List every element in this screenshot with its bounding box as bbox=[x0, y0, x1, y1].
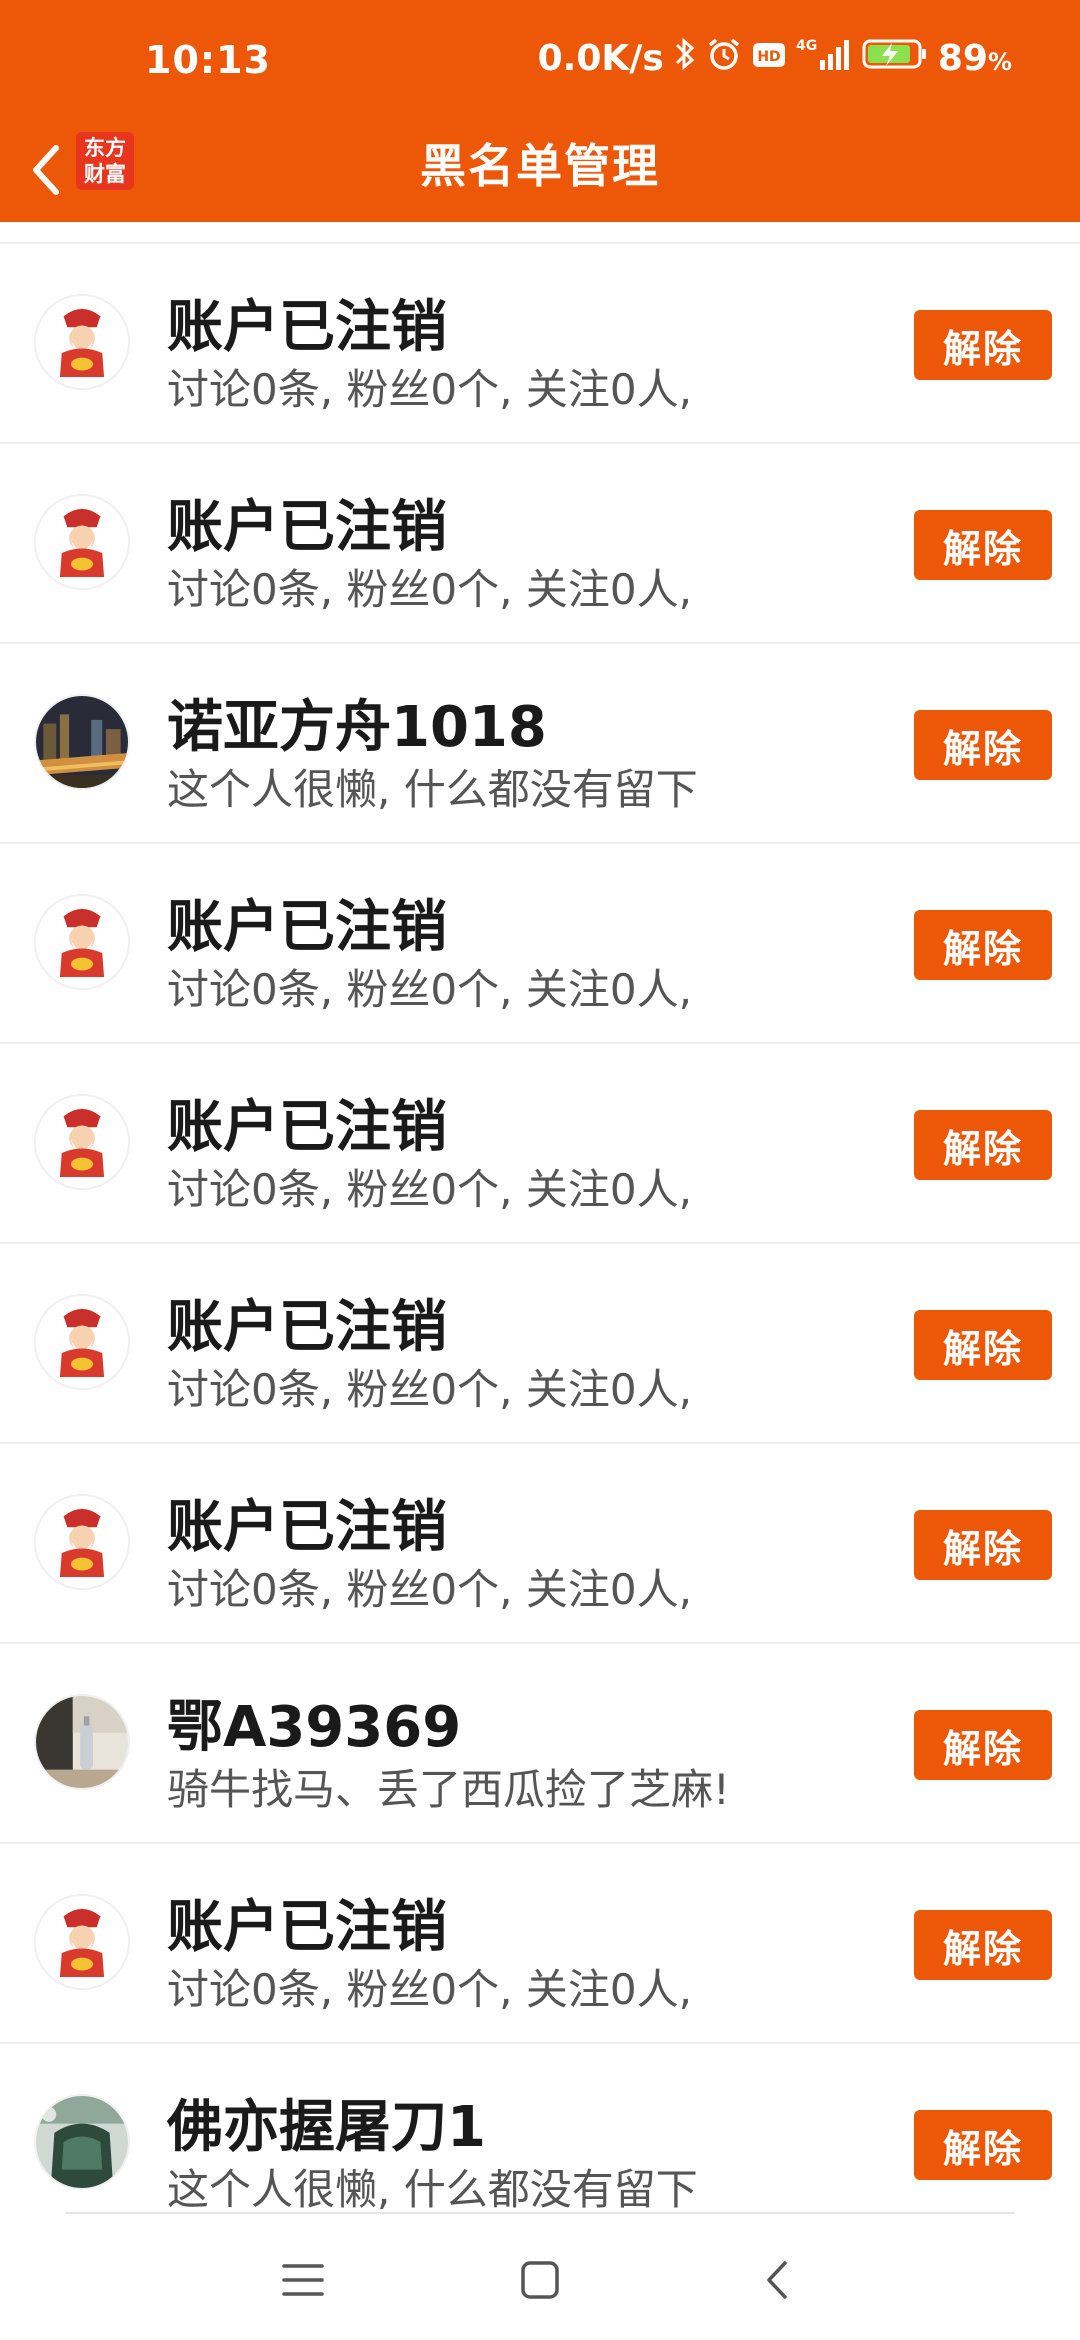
fortune-god-avatar-icon bbox=[36, 1296, 128, 1388]
avatar[interactable] bbox=[34, 894, 130, 990]
menu-button[interactable] bbox=[273, 2250, 333, 2310]
net-speed: 0.0K/s bbox=[537, 38, 664, 79]
chevron-left-icon bbox=[33, 145, 59, 195]
avatar[interactable] bbox=[34, 2094, 130, 2190]
avatar[interactable] bbox=[34, 294, 130, 390]
user-desc: 骑牛找马、丢了西瓜捡了芝麻! bbox=[167, 1765, 730, 1814]
user-name: 账户已注销 bbox=[167, 1895, 447, 1960]
fortune-god-avatar-icon bbox=[36, 296, 128, 388]
user-desc: 讨论0条, 粉丝0个, 关注0人, bbox=[167, 965, 692, 1014]
user-name: 账户已注销 bbox=[167, 1095, 447, 1160]
list-item: 账户已注销 讨论0条, 粉丝0个, 关注0人, 解除 bbox=[0, 844, 1080, 1044]
list-item: 鄂A39369 骑牛找马、丢了西瓜捡了芝麻! 解除 bbox=[0, 1644, 1080, 1844]
divider bbox=[65, 2212, 1015, 2214]
user-name: 账户已注销 bbox=[167, 295, 447, 360]
list-item: 账户已注销 讨论0条, 粉丝0个, 关注0人, 解除 bbox=[0, 444, 1080, 644]
avatar[interactable] bbox=[34, 1294, 130, 1390]
list-item: 账户已注销 讨论0条, 粉丝0个, 关注0人, 解除 bbox=[0, 1244, 1080, 1444]
fortune-god-avatar-icon bbox=[36, 1896, 128, 1988]
avatar[interactable] bbox=[34, 694, 130, 790]
remove-button[interactable]: 解除 bbox=[914, 1110, 1052, 1180]
user-name: 账户已注销 bbox=[167, 1495, 447, 1560]
user-desc: 讨论0条, 粉丝0个, 关注0人, bbox=[167, 365, 692, 414]
user-desc: 这个人很懒, 什么都没有留下 bbox=[167, 765, 698, 814]
avatar[interactable] bbox=[34, 1494, 130, 1590]
remove-button[interactable]: 解除 bbox=[914, 2110, 1052, 2180]
home-button[interactable] bbox=[510, 2250, 570, 2310]
user-desc: 讨论0条, 粉丝0个, 关注0人, bbox=[167, 1365, 692, 1414]
fortune-god-avatar-icon bbox=[36, 1096, 128, 1188]
system-nav-bar bbox=[0, 2212, 1080, 2340]
hd-icon: HD bbox=[752, 38, 786, 79]
app-header: 10:13 0.0K/s HD 4G 89% 黑名单管理 东方 财富 bbox=[0, 0, 1080, 222]
user-name: 账户已注销 bbox=[167, 495, 447, 560]
list-item: 账户已注销 讨论0条, 粉丝0个, 关注0人, 解除 bbox=[0, 1044, 1080, 1244]
back-nav-button[interactable] bbox=[746, 2250, 806, 2310]
user-desc: 这个人很懒, 什么都没有留下 bbox=[167, 2165, 698, 2212]
svg-text:HD: HD bbox=[757, 49, 780, 65]
list-item: 诺亚方舟1018 这个人很懒, 什么都没有留下 解除 bbox=[0, 644, 1080, 844]
remove-button[interactable]: 解除 bbox=[914, 510, 1052, 580]
battery-charging-icon bbox=[862, 37, 928, 80]
user-desc: 讨论0条, 粉丝0个, 关注0人, bbox=[167, 1165, 692, 1214]
battery-level: 89% bbox=[937, 38, 1012, 79]
user-name: 诺亚方舟1018 bbox=[167, 695, 547, 760]
title-bar: 黑名单管理 东方 财富 bbox=[0, 120, 1080, 222]
status-time: 10:13 bbox=[145, 38, 271, 82]
avatar[interactable] bbox=[34, 1694, 130, 1790]
signal-icon: 4G bbox=[796, 36, 852, 81]
list-item: 佛亦握屠刀1 这个人很懒, 什么都没有留下 解除 bbox=[0, 2044, 1080, 2212]
user-desc: 讨论0条, 粉丝0个, 关注0人, bbox=[167, 565, 692, 614]
status-icons: 0.0K/s HD 4G 89% bbox=[538, 36, 1012, 81]
app-logo: 东方 财富 bbox=[76, 132, 134, 190]
alarm-icon bbox=[706, 36, 742, 81]
page-title: 黑名单管理 bbox=[420, 139, 660, 193]
photo-avatar-icon bbox=[36, 1696, 128, 1788]
back-button[interactable] bbox=[16, 132, 76, 208]
bluetooth-icon bbox=[674, 36, 696, 81]
blacklist[interactable]: 账户已注销 讨论0条, 粉丝0个, 关注0人, 解除 账户已注销 讨论0条, 粉… bbox=[0, 222, 1080, 2212]
fortune-god-avatar-icon bbox=[36, 896, 128, 988]
user-desc: 讨论0条, 粉丝0个, 关注0人, bbox=[167, 1965, 692, 2014]
list-item: 账户已注销 讨论0条, 粉丝0个, 关注0人, 解除 bbox=[0, 1444, 1080, 1644]
user-name: 鄂A39369 bbox=[167, 1695, 462, 1760]
remove-button[interactable]: 解除 bbox=[914, 710, 1052, 780]
menu-icon bbox=[282, 2264, 324, 2296]
city-night-photo-icon bbox=[36, 696, 128, 788]
remove-button[interactable]: 解除 bbox=[914, 1310, 1052, 1380]
avatar[interactable] bbox=[34, 494, 130, 590]
list-item: 账户已注销 讨论0条, 粉丝0个, 关注0人, 解除 bbox=[0, 1844, 1080, 2044]
user-name: 佛亦握屠刀1 bbox=[167, 2095, 486, 2160]
user-desc: 讨论0条, 粉丝0个, 关注0人, bbox=[167, 1565, 692, 1614]
avatar[interactable] bbox=[34, 1894, 130, 1990]
avatar[interactable] bbox=[34, 1094, 130, 1190]
remove-button[interactable]: 解除 bbox=[914, 910, 1052, 980]
list-item: 账户已注销 讨论0条, 粉丝0个, 关注0人, 解除 bbox=[0, 244, 1080, 444]
remove-button[interactable]: 解除 bbox=[914, 1510, 1052, 1580]
user-name: 账户已注销 bbox=[167, 895, 447, 960]
svg-text:4G: 4G bbox=[796, 38, 817, 54]
remove-button[interactable]: 解除 bbox=[914, 1910, 1052, 1980]
back-icon bbox=[767, 2261, 787, 2299]
home-icon bbox=[521, 2261, 559, 2299]
status-bar: 10:13 0.0K/s HD 4G 89% bbox=[0, 0, 1080, 120]
fortune-god-avatar-icon bbox=[36, 1496, 128, 1588]
remove-button[interactable]: 解除 bbox=[914, 310, 1052, 380]
user-name: 账户已注销 bbox=[167, 1295, 447, 1360]
green-photo-avatar-icon bbox=[36, 2096, 128, 2188]
remove-button[interactable]: 解除 bbox=[914, 1710, 1052, 1780]
fortune-god-avatar-icon bbox=[36, 496, 128, 588]
